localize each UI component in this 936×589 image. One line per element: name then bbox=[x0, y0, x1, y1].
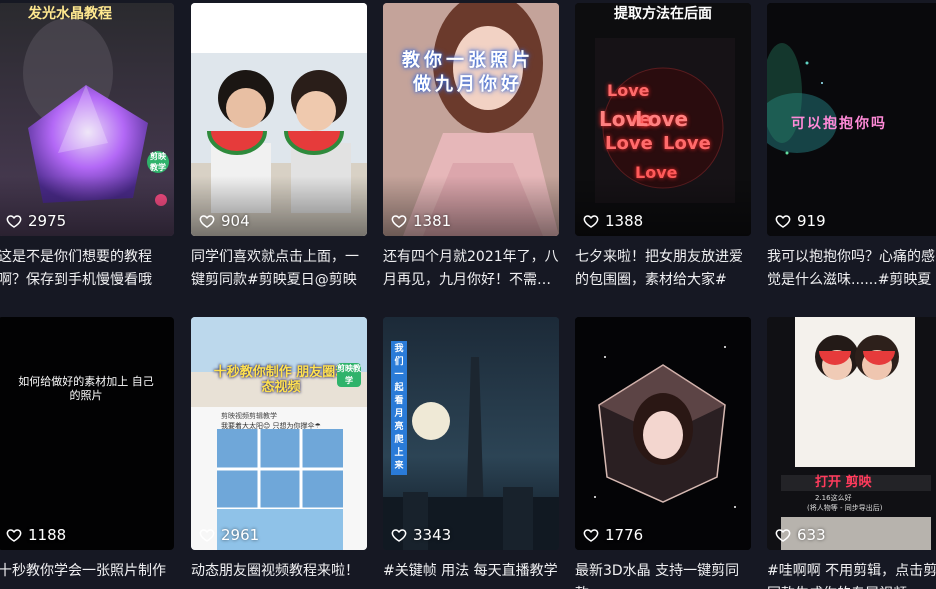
video-thumbnail[interactable]: 可以抱抱你吗 919 bbox=[767, 3, 936, 236]
like-count: 3343 bbox=[391, 526, 451, 544]
caption-line: 2.16这么好 bbox=[815, 494, 852, 502]
heart-outline-icon bbox=[391, 215, 407, 228]
video-thumbnail[interactable]: 打开 剪映 2.16这么好 (将人物等 - 同步导出后) 633 bbox=[767, 317, 936, 550]
video-thumbnail[interactable]: 提取方法在后面 Love Love Love Love Love Love 13… bbox=[575, 3, 751, 236]
chat-title: 剪映视频剪辑教学 bbox=[221, 412, 277, 420]
heart-outline-icon bbox=[583, 529, 599, 542]
heart-outline-icon bbox=[583, 215, 599, 228]
like-count-value: 3343 bbox=[413, 526, 452, 544]
like-count: 919 bbox=[775, 212, 826, 230]
video-description[interactable]: 我可以抱抱你吗？心痛的感觉是什么滋味......#剪映夏日… bbox=[767, 246, 936, 294]
crystal-3d-graphic bbox=[575, 317, 751, 550]
video-card[interactable]: 1776 最新3D水晶 支持一键剪同款 bbox=[575, 317, 751, 589]
like-count-value: 633 bbox=[797, 526, 826, 544]
like-count-value: 904 bbox=[221, 212, 250, 230]
heart-outline-icon bbox=[6, 215, 22, 228]
video-description[interactable]: 还有四个月就2021年了，八月再见，九月你好！不需… bbox=[383, 246, 559, 292]
video-card[interactable]: 我们一起看月亮爬上来 3343 #关键帧 用法 每天直播教学 bbox=[383, 317, 559, 589]
video-description[interactable]: 最新3D水晶 支持一键剪同款 bbox=[575, 560, 751, 589]
video-card[interactable]: 教你一张照片 做九月你好 1381 还有四个月就2021年了，八月再见，九月你好… bbox=[383, 3, 559, 301]
like-count-value: 1388 bbox=[605, 212, 644, 230]
like-count-value: 1381 bbox=[413, 212, 452, 230]
heart-outline-icon bbox=[391, 529, 407, 542]
video-grid: 发光水晶教程 剪映教学 2975 这是不是你们想要的教程啊？保存到手机慢慢看哦#… bbox=[0, 0, 936, 589]
moon-city-graphic bbox=[383, 317, 559, 550]
heart-outline-icon bbox=[775, 529, 791, 542]
watermelon-edit-graphic bbox=[767, 317, 936, 550]
video-description[interactable]: #关键帧 用法 每天直播教学 bbox=[383, 560, 559, 583]
video-thumbnail[interactable]: 1776 bbox=[575, 317, 751, 550]
like-count: 1388 bbox=[583, 212, 643, 230]
heart-outline-icon bbox=[775, 215, 791, 228]
like-count: 1776 bbox=[583, 526, 643, 544]
video-description[interactable]: 同学们喜欢就点击上面，一键剪同款#剪映夏日@剪映 bbox=[191, 246, 367, 292]
video-thumbnail[interactable]: 十秒教你制作 朋友圈动态视频 剪映教学 剪映视频剪辑教学 我要着大太阳😊 只想为… bbox=[191, 317, 367, 550]
video-thumbnail[interactable]: 904 bbox=[191, 3, 367, 236]
video-card[interactable]: 提取方法在后面 Love Love Love Love Love Love 13… bbox=[575, 3, 751, 301]
like-count-value: 2975 bbox=[28, 212, 67, 230]
heart-outline-icon bbox=[199, 529, 215, 542]
video-overlay-title: 如何给做好的素材加上 自己的照片 bbox=[18, 375, 154, 402]
chat-message: 我要着大太阳😊 只想为你撑伞☂ bbox=[221, 422, 321, 430]
like-count: 1381 bbox=[391, 212, 451, 230]
video-thumbnail[interactable]: 发光水晶教程 剪映教学 2975 bbox=[0, 3, 174, 236]
video-thumbnail[interactable]: 教你一张照片 做九月你好 1381 bbox=[383, 3, 559, 236]
like-count: 633 bbox=[775, 526, 826, 544]
video-thumbnail[interactable]: 我们一起看月亮爬上来 3343 bbox=[383, 317, 559, 550]
like-count-value: 1188 bbox=[28, 526, 67, 544]
heart-outline-icon bbox=[6, 529, 22, 542]
video-overlay-title: 教你一张照片 做九月你好 bbox=[402, 50, 534, 95]
video-description[interactable]: 七夕来啦！把女朋友放进爱的包围圈，素材给大家#剪… bbox=[575, 246, 751, 294]
video-overlay-title: 提取方法在后面 bbox=[614, 6, 712, 22]
like-count: 1188 bbox=[6, 526, 66, 544]
sphere-word: Love bbox=[635, 107, 689, 131]
sphere-word: Love bbox=[663, 133, 711, 154]
video-overlay-title: 发光水晶教程 bbox=[28, 6, 112, 22]
sphere-word: Love bbox=[605, 133, 653, 154]
video-card[interactable]: 904 同学们喜欢就点击上面，一键剪同款#剪映夏日@剪映 bbox=[191, 3, 367, 301]
video-overlay-title: 我们一起看月亮爬上来 bbox=[391, 341, 407, 475]
like-count-value: 1776 bbox=[605, 526, 644, 544]
like-count: 2961 bbox=[199, 526, 259, 544]
video-card[interactable]: 如何给做好的素材加上 自己的照片 1188 十秒教你学会一张照片制作 bbox=[0, 317, 174, 589]
video-card[interactable]: 打开 剪映 2.16这么好 (将人物等 - 同步导出后) 633 #哇啊啊 不用… bbox=[767, 317, 936, 589]
caption-line: (将人物等 - 同步导出后) bbox=[807, 504, 883, 512]
video-card[interactable]: 发光水晶教程 剪映教学 2975 这是不是你们想要的教程啊？保存到手机慢慢看哦#… bbox=[0, 3, 174, 301]
like-count: 2975 bbox=[6, 212, 66, 230]
channel-badge: 剪映教学 bbox=[147, 151, 169, 173]
video-card[interactable]: 可以抱抱你吗 919 我可以抱抱你吗？心痛的感觉是什么滋味......#剪映夏日… bbox=[767, 3, 936, 301]
heart-outline-icon bbox=[199, 215, 215, 228]
video-thumbnail[interactable]: 如何给做好的素材加上 自己的照片 1188 bbox=[0, 317, 174, 550]
video-description[interactable]: #哇啊啊 不用剪辑，点击剪同款生成你的专属视频 bbox=[767, 560, 936, 589]
video-description[interactable]: 动态朋友圈视频教程来啦！ bbox=[191, 560, 367, 583]
video-description[interactable]: 十秒教你学会一张照片制作 bbox=[0, 560, 174, 583]
like-count-value: 919 bbox=[797, 212, 826, 230]
video-overlay-title: 十秒教你制作 朋友圈动态视频 bbox=[213, 365, 349, 395]
sphere-word: Love bbox=[607, 81, 650, 100]
video-card[interactable]: 十秒教你制作 朋友圈动态视频 剪映教学 剪映视频剪辑教学 我要着大太阳😊 只想为… bbox=[191, 317, 367, 589]
video-overlay-title: 可以抱抱你吗 bbox=[791, 116, 887, 132]
like-count: 904 bbox=[199, 212, 250, 230]
channel-badge: 剪映教学 bbox=[337, 363, 361, 387]
like-count-value: 2961 bbox=[221, 526, 260, 544]
video-description[interactable]: 这是不是你们想要的教程啊？保存到手机慢慢看哦#… bbox=[0, 246, 174, 294]
beach-collage bbox=[191, 317, 367, 550]
video-overlay-title: 打开 剪映 bbox=[815, 475, 872, 490]
